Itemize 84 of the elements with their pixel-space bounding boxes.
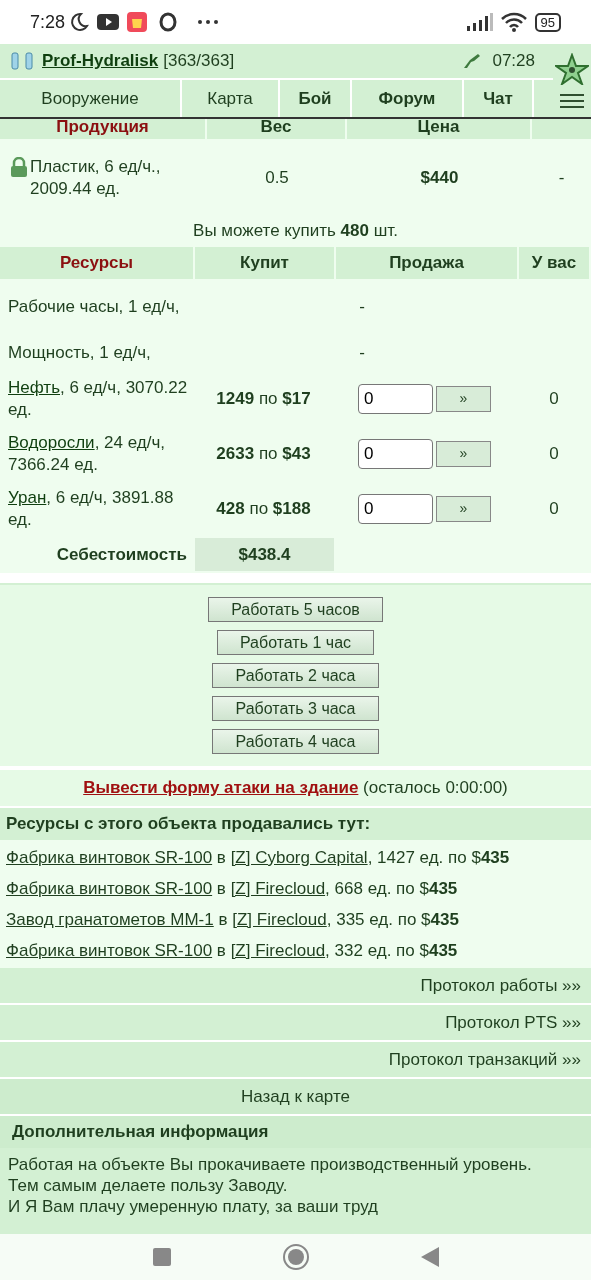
product-weight: 0.5 <box>264 167 290 190</box>
sell-button[interactable]: » <box>436 440 491 467</box>
status-time: 7:28 <box>30 10 66 34</box>
cost-label: Себестоимость <box>55 543 188 566</box>
table-cell-text: - <box>358 342 366 365</box>
buy-offer: 428 по $188 <box>215 497 312 520</box>
sell-button[interactable]: » <box>436 385 491 412</box>
resource-name: Рабочие часы, 1 ед/ч, <box>7 296 181 318</box>
city-link[interactable]: [Z] Firecloud <box>230 941 326 960</box>
home-icon[interactable] <box>281 1243 310 1271</box>
sale-amount-field[interactable]: 0 <box>358 383 433 414</box>
info-text: Работая на объекте Вы прокачиваете производственный уровень. <box>8 1154 533 1175</box>
protocol-link[interactable]: Протокол транзакций »» <box>0 1042 591 1077</box>
wifi-icon <box>500 12 527 32</box>
city-link[interactable]: [Z] Cyborg Capital <box>230 848 368 867</box>
product-name: Пластик, 6 ед/ч., 2009.44 ед. <box>30 156 162 200</box>
work-button[interactable]: Работать 3 часа <box>212 696 379 721</box>
buy-offer: 1249 по $17 <box>215 387 312 410</box>
table-cell-text: - <box>358 296 366 319</box>
sold-entry: Завод гранатометов ММ-1 в [Z] Firecloud, 335 ед. по $435 <box>5 909 460 931</box>
building-link[interactable]: Завод гранатометов ММ-1 <box>6 910 214 929</box>
sale-amount-field[interactable]: 0 <box>358 493 433 524</box>
resource-name: Уран, 6 ед/ч, 3891.88 ед. <box>7 486 175 531</box>
header-cell <box>532 119 591 139</box>
signal-icon <box>466 13 493 31</box>
cost-value: $438.4 <box>195 538 334 571</box>
work-button[interactable]: Работать 4 часа <box>212 729 379 754</box>
column-header: Вес <box>207 119 345 139</box>
resource-link[interactable]: Нефть <box>8 377 60 397</box>
work-button[interactable]: Работать 5 часов <box>208 597 383 622</box>
player-hp: [363/363] <box>163 50 235 73</box>
attack-text: Вывести форму атаки на здание (осталось 0:00:00) <box>83 777 508 800</box>
column-header: Цена <box>347 119 530 139</box>
table-cell-text: - <box>557 167 566 190</box>
resource-link[interactable]: Уран <box>8 487 47 507</box>
more-icon <box>197 19 220 25</box>
building-link[interactable]: Фабрика винтовок SR-100 <box>6 848 213 867</box>
sold-entry: Фабрика винтовок SR-100 в [Z] Firecloud, 668 ед. по $435 <box>5 878 459 900</box>
protocol-link[interactable]: Протокол работы »» <box>0 968 591 1003</box>
capsule-icon <box>10 52 36 70</box>
city-link[interactable]: [Z] Firecloud <box>232 910 327 929</box>
attack-link[interactable]: Вывести форму атаки на здание <box>83 778 359 798</box>
video-play-icon <box>97 14 120 30</box>
info-text: И Я Вам плачу умеренную плату, за ваши труд <box>8 1196 379 1217</box>
column-header: У вас <box>519 247 589 279</box>
resource-name: Нефть, 6 ед/ч, 3070.22 ед. <box>7 376 189 421</box>
column-header: Ресурсы <box>0 247 193 279</box>
product-price: $440 <box>419 167 460 190</box>
info-title: Дополнительная информация <box>12 1121 269 1144</box>
back-to-map-link[interactable]: Назад к карте <box>0 1079 591 1114</box>
owned-amount: 0 <box>548 387 560 410</box>
building-link[interactable]: Фабрика винтовок SR-100 <box>6 941 213 960</box>
sell-button[interactable]: » <box>436 495 491 522</box>
sold-entry: Фабрика винтовок SR-100 в [Z] Firecloud, 332 ед. по $435 <box>5 940 459 962</box>
buy-note: Вы можете купить 480 шт. <box>193 220 398 243</box>
sold-title: Ресурсы с этого объекта продавались тут: <box>6 813 371 836</box>
info-text: Тем самым делаете пользу Заводу. <box>8 1175 289 1196</box>
column-header: Продажа <box>336 247 517 279</box>
building-link[interactable]: Фабрика винтовок SR-100 <box>6 879 213 898</box>
column-header: Продукция <box>0 119 205 139</box>
battery-indicator: 95 <box>534 12 561 32</box>
sale-amount-field[interactable]: 0 <box>358 438 433 469</box>
owned-amount: 0 <box>548 497 560 520</box>
owned-amount: 0 <box>548 442 560 465</box>
recents-icon[interactable] <box>151 1247 172 1267</box>
ring-icon <box>159 12 178 32</box>
sold-entry: Фабрика винтовок SR-100 в [Z] Cyborg Capital, 1427 ед. по $435 <box>5 847 511 869</box>
resource-link[interactable]: Водоросли <box>8 432 95 452</box>
back-icon[interactable] <box>419 1246 440 1268</box>
resource-name: Водоросли, 24 ед/ч, 7366.24 ед. <box>7 431 166 476</box>
buy-offer: 2633 по $43 <box>215 442 312 465</box>
column-header: Купит <box>195 247 334 279</box>
header-clock: 07:28 <box>492 50 535 73</box>
work-button[interactable]: Работать 1 час <box>216 630 375 655</box>
protocol-link[interactable]: Протокол PTS »» <box>0 1005 591 1040</box>
resource-name: Мощность, 1 ед/ч, <box>7 342 152 364</box>
player-link[interactable]: Prof-Hydralisk <box>42 48 159 74</box>
shopping-bag-icon <box>127 12 148 32</box>
menu-icon[interactable] <box>559 92 585 109</box>
star-icon <box>555 52 589 85</box>
moon-icon <box>69 12 90 32</box>
rifle-icon <box>462 52 483 70</box>
city-link[interactable]: [Z] Firecloud <box>230 879 326 898</box>
work-button[interactable]: Работать 2 часа <box>212 663 379 688</box>
